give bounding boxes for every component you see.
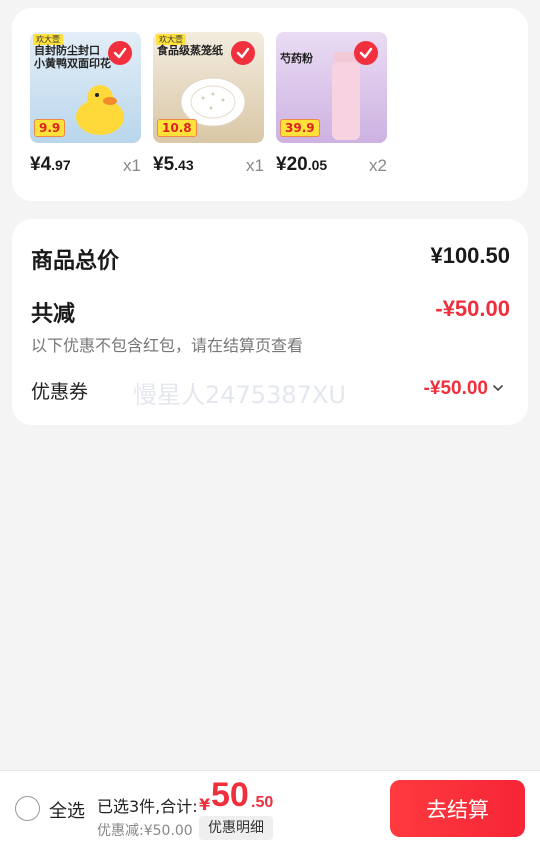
- price-decimal: .05: [307, 157, 328, 173]
- selected-check-icon[interactable]: [108, 41, 132, 65]
- price-decimal: .43: [174, 157, 194, 173]
- total-decimal: .50: [251, 794, 274, 811]
- thumb-price-tag: 39.9: [280, 119, 320, 137]
- product-item[interactable]: 欢大壹 自封防尘封口 小黄鸭双面印花 9.9 ¥4.97 x1: [30, 32, 141, 175]
- total-price-label: 商品总价: [31, 249, 120, 274]
- select-all-label[interactable]: 全选: [49, 797, 85, 823]
- product-price: ¥4.97: [30, 154, 71, 176]
- price-integer: 5: [163, 154, 175, 175]
- price-currency: ¥: [153, 154, 164, 175]
- product-item[interactable]: 芍药粉 39.9 ¥20.05 x2: [276, 32, 387, 175]
- thumb-title-line: 小黄鸭双面印花: [34, 57, 111, 70]
- price-decimal: .97: [51, 157, 71, 173]
- product-item[interactable]: 欢大壹 食品级蒸笼纸 10.8 ¥5.43 x1: [153, 32, 264, 175]
- thumb-title: 自封防尘封口 小黄鸭双面印花: [34, 44, 111, 70]
- price-row: ¥20.05 x2: [276, 154, 387, 176]
- discount-note: 以下优惠不包含红包，请在结算页查看: [31, 336, 304, 355]
- coupon-label: 优惠券: [31, 381, 89, 403]
- chevron-down-icon[interactable]: [492, 382, 504, 394]
- thumb-title-line: 自封防尘封口: [34, 44, 100, 57]
- price-integer: 20: [286, 154, 308, 175]
- selected-check-icon[interactable]: [354, 41, 378, 65]
- watermark: 慢星人2475387XU: [133, 381, 346, 409]
- price-row: ¥4.97 x1: [30, 154, 141, 176]
- thumb-title: 芍药粉: [280, 52, 313, 65]
- product-quantity: x1: [123, 156, 141, 175]
- product-quantity: x1: [246, 156, 264, 175]
- discount-detail-button[interactable]: 优惠明细: [199, 816, 273, 840]
- price-currency: ¥: [30, 154, 41, 175]
- thumb-price-tag: 10.8: [157, 119, 197, 137]
- price-row: ¥5.43 x1: [153, 154, 264, 176]
- product-price: ¥20.05: [276, 154, 327, 176]
- product-thumbnail[interactable]: 欢大壹 自封防尘封口 小黄鸭双面印花 9.9: [30, 32, 141, 143]
- checkout-bar: 全选 已选3件,合计: ¥ 50 .50 优惠减:¥50.00 优惠明细 去结算: [0, 770, 540, 845]
- thumb-title-line: 食品级蒸笼纸: [157, 44, 223, 57]
- discount-amount-text: 优惠减:¥50.00: [97, 823, 193, 839]
- select-all-radio[interactable]: [15, 796, 40, 821]
- product-thumbnail[interactable]: 芍药粉 39.9: [276, 32, 387, 143]
- thumb-price-tag: 9.9: [34, 119, 66, 137]
- thumb-title-line: 芍药粉: [280, 52, 313, 65]
- total-currency: ¥: [199, 795, 211, 814]
- product-quantity: x2: [369, 156, 387, 175]
- product-price: ¥5.43: [153, 154, 194, 176]
- reduction-label: 共减: [31, 302, 76, 327]
- total-price-value: ¥100.50: [430, 243, 510, 268]
- selected-check-icon[interactable]: [231, 41, 255, 65]
- checkout-button[interactable]: 去结算: [390, 780, 525, 837]
- product-thumbnail[interactable]: 欢大壹 食品级蒸笼纸 10.8: [153, 32, 264, 143]
- reduction-value: -¥50.00: [435, 296, 510, 321]
- duck-illustration: [76, 85, 124, 135]
- coupon-value[interactable]: -¥50.00: [424, 378, 488, 400]
- price-currency: ¥: [276, 154, 287, 175]
- thumb-title: 食品级蒸笼纸: [157, 44, 223, 57]
- thermos-illustration: [332, 52, 360, 140]
- price-integer: 4: [40, 154, 52, 175]
- price-summary-card: 商品总价 ¥100.50 共减 -¥50.00 以下优惠不包含红包，请在结算页查…: [12, 219, 528, 425]
- total-integer: 50: [211, 776, 249, 814]
- selected-count-text: 已选3件,合计:: [97, 797, 198, 816]
- selected-products-card: 欢大壹 自封防尘封口 小黄鸭双面印花 9.9 ¥4.97 x1 欢大壹 食品级蒸…: [12, 8, 528, 201]
